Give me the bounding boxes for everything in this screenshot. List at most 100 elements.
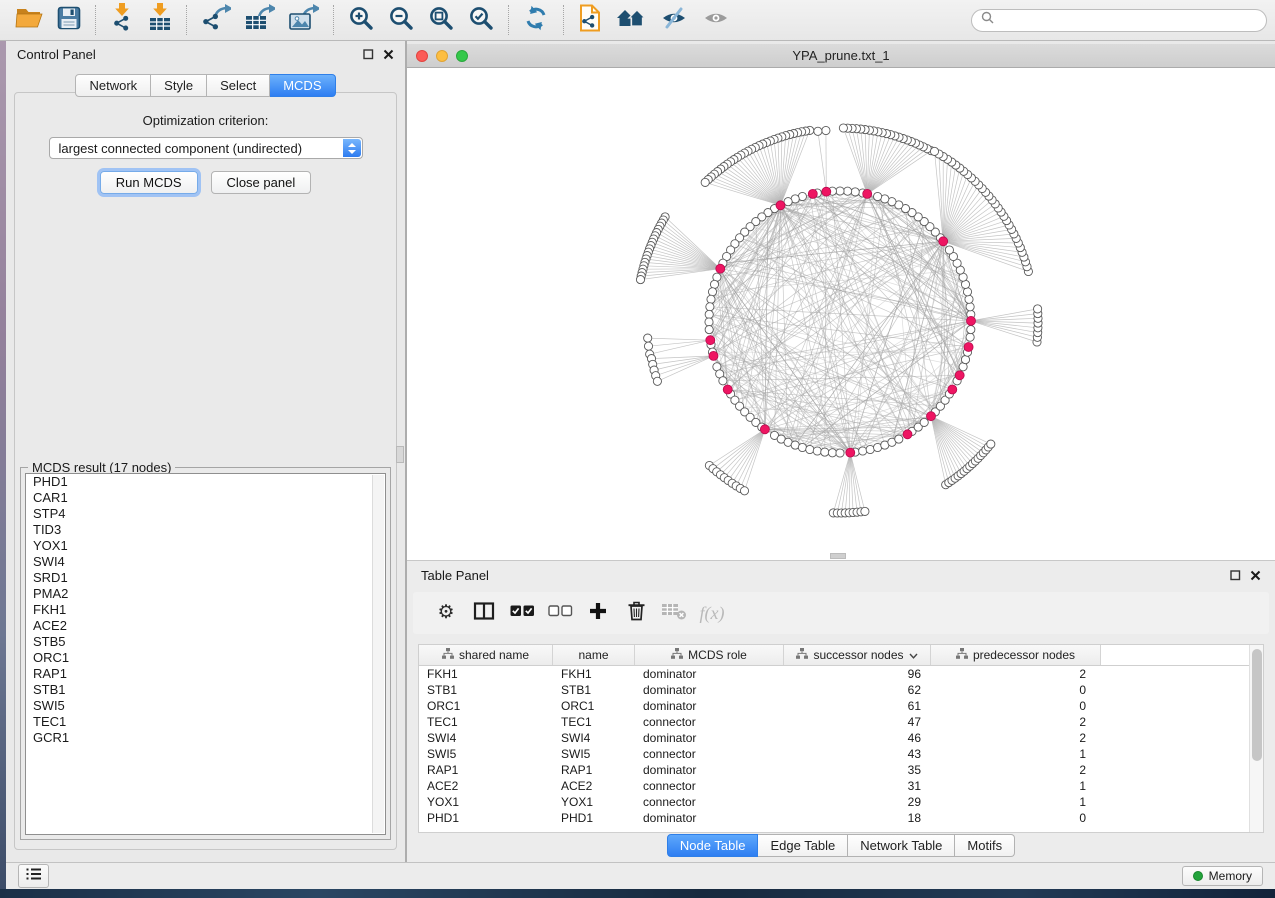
zoom-in-button[interactable] (341, 2, 381, 38)
mcds-result-item[interactable]: PHD1 (26, 474, 385, 490)
export-image-button[interactable] (282, 2, 326, 38)
mcds-result-item[interactable]: YOX1 (26, 538, 385, 554)
table-cell[interactable]: FKH1 (553, 667, 635, 681)
close-panel-icon[interactable] (1250, 570, 1261, 581)
mcds-result-item[interactable]: GCR1 (26, 730, 385, 746)
settings-button[interactable]: ⚙ (427, 603, 465, 623)
table-cell[interactable]: SWI5 (553, 747, 635, 761)
table-cell[interactable]: FKH1 (419, 667, 553, 681)
table-cell[interactable]: 62 (784, 683, 931, 697)
result-scrollbar[interactable] (372, 475, 384, 833)
table-cell[interactable]: ACE2 (553, 779, 635, 793)
table-row[interactable]: FKH1FKH1dominator962 (419, 666, 1263, 682)
table-row[interactable]: SWI4SWI4dominator462 (419, 730, 1263, 746)
mcds-result-item[interactable]: PMA2 (26, 586, 385, 602)
float-window-icon[interactable] (1230, 570, 1241, 581)
refresh-button[interactable] (516, 2, 556, 38)
tab-edge-table[interactable]: Edge Table (758, 834, 848, 857)
close-panel-icon[interactable] (383, 49, 394, 60)
tab-node-table[interactable]: Node Table (667, 834, 759, 857)
table-cell[interactable]: dominator (635, 731, 784, 745)
column-header-MCDS-role[interactable]: MCDS role (635, 645, 784, 665)
show-all-button[interactable] (695, 2, 737, 38)
table-cell[interactable]: SWI4 (553, 731, 635, 745)
table-cell[interactable]: dominator (635, 667, 784, 681)
table-cell[interactable]: 18 (784, 811, 931, 825)
zoom-out-button[interactable] (381, 2, 421, 38)
close-panel-button[interactable]: Close panel (211, 171, 312, 194)
split-panel-button[interactable] (465, 601, 503, 626)
table-cell[interactable]: STB1 (553, 683, 635, 697)
table-cell[interactable]: 46 (784, 731, 931, 745)
table-cell[interactable]: 96 (784, 667, 931, 681)
table-cell[interactable]: 47 (784, 715, 931, 729)
mcds-result-item[interactable]: RAP1 (26, 666, 385, 682)
float-window-icon[interactable] (363, 49, 374, 60)
table-cell[interactable]: connector (635, 779, 784, 793)
zoom-fit-button[interactable] (421, 2, 461, 38)
home-button[interactable] (609, 2, 653, 38)
table-cell[interactable]: ORC1 (419, 699, 553, 713)
hide-selected-button[interactable] (653, 2, 695, 38)
criterion-dropdown[interactable]: largest connected component (undirected) (49, 137, 363, 159)
table-row[interactable]: YOX1YOX1connector291 (419, 794, 1263, 810)
table-cell[interactable]: PHD1 (553, 811, 635, 825)
delete-column-button[interactable] (617, 600, 655, 626)
table-scrollbar-thumb[interactable] (1252, 649, 1262, 761)
table-row[interactable]: STB1STB1dominator620 (419, 682, 1263, 698)
mcds-result-item[interactable]: CAR1 (26, 490, 385, 506)
mcds-result-item[interactable]: SRD1 (26, 570, 385, 586)
mcds-result-list[interactable]: PHD1CAR1STP4TID3YOX1SWI4SRD1PMA2FKH1ACE2… (25, 473, 386, 835)
table-cell[interactable]: connector (635, 747, 784, 761)
table-row[interactable]: PHD1PHD1dominator180 (419, 810, 1263, 826)
tab-mcds[interactable]: MCDS (270, 74, 335, 97)
tab-style[interactable]: Style (151, 74, 207, 97)
tab-network[interactable]: Network (75, 74, 151, 97)
close-window-icon[interactable] (416, 50, 428, 62)
table-cell[interactable]: ACE2 (419, 779, 553, 793)
table-cell[interactable]: 1 (931, 795, 1101, 809)
tab-motifs[interactable]: Motifs (955, 834, 1015, 857)
mcds-result-item[interactable]: ORC1 (26, 650, 385, 666)
export-network-button[interactable] (194, 2, 238, 38)
table-row[interactable]: SWI5SWI5connector431 (419, 746, 1263, 762)
table-cell[interactable]: STB1 (419, 683, 553, 697)
table-cell[interactable]: 29 (784, 795, 931, 809)
table-cell[interactable]: connector (635, 715, 784, 729)
table-cell[interactable]: dominator (635, 699, 784, 713)
table-row[interactable]: RAP1RAP1dominator352 (419, 762, 1263, 778)
maximize-window-icon[interactable] (456, 50, 468, 62)
import-table-button[interactable] (141, 2, 179, 38)
mcds-result-item[interactable]: TID3 (26, 522, 385, 538)
table-cell[interactable]: 31 (784, 779, 931, 793)
tab-network-table[interactable]: Network Table (848, 834, 955, 857)
save-session-button[interactable] (50, 2, 88, 38)
table-cell[interactable]: TEC1 (419, 715, 553, 729)
export-table-button[interactable] (238, 2, 282, 38)
table-cell[interactable]: ORC1 (553, 699, 635, 713)
table-cell[interactable]: 1 (931, 747, 1101, 761)
horizontal-splitter-grip[interactable] (830, 553, 846, 559)
table-cell[interactable]: 0 (931, 683, 1101, 697)
table-cell[interactable]: 1 (931, 779, 1101, 793)
tab-select[interactable]: Select (207, 74, 270, 97)
run-mcds-button[interactable]: Run MCDS (100, 171, 198, 194)
table-cell[interactable]: SWI4 (419, 731, 553, 745)
mcds-result-item[interactable]: STB1 (26, 682, 385, 698)
table-cell[interactable]: TEC1 (553, 715, 635, 729)
table-cell[interactable]: 2 (931, 763, 1101, 777)
table-cell[interactable]: dominator (635, 811, 784, 825)
table-cell[interactable]: 61 (784, 699, 931, 713)
table-cell[interactable]: dominator (635, 683, 784, 697)
column-header-predecessor-nodes[interactable]: predecessor nodes (931, 645, 1101, 665)
column-header-name[interactable]: name (553, 645, 635, 665)
column-header-shared-name[interactable]: shared name (419, 645, 553, 665)
search-input[interactable] (999, 12, 1257, 28)
deselect-all-button[interactable] (541, 604, 579, 623)
search-box[interactable] (971, 9, 1267, 32)
table-cell[interactable]: 35 (784, 763, 931, 777)
table-cell[interactable]: SWI5 (419, 747, 553, 761)
task-history-button[interactable] (18, 864, 49, 888)
memory-button[interactable]: Memory (1182, 866, 1263, 886)
table-cell[interactable]: PHD1 (419, 811, 553, 825)
